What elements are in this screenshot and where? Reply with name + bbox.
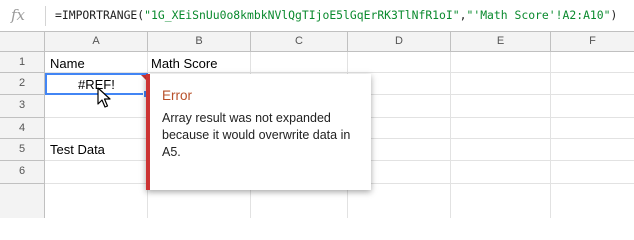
formula-bar: fx =IMPORTRANGE("1G_XEiSnUu0o8kmbkNVlQgT… (0, 0, 634, 32)
gridline (550, 52, 551, 218)
fx-icon: fx (11, 6, 26, 24)
cell-b1[interactable]: Math Score (151, 56, 217, 71)
column-header-f[interactable]: F (551, 32, 634, 52)
row-header-5[interactable]: 5 (0, 139, 45, 161)
error-title: Error (162, 88, 192, 103)
select-all-corner[interactable] (0, 32, 45, 52)
column-header-d[interactable]: D (348, 32, 451, 52)
formula-input[interactable]: =IMPORTRANGE("1G_XEiSnUu0o8kmbkNVlQgTIjo… (55, 8, 617, 22)
row-header-6[interactable]: 6 (0, 161, 45, 184)
row-header-4[interactable]: 4 (0, 118, 45, 139)
error-popup: Error Array result was not expanded beca… (146, 74, 371, 190)
column-header-b[interactable]: B (148, 32, 251, 52)
formula-arg-key: "1G_XEiSnUu0o8kmbkNVlQgTIjoE5lGqErRK3TlN… (144, 8, 460, 22)
gridline (450, 52, 451, 218)
row-header-3[interactable]: 3 (0, 95, 45, 118)
cell-a5[interactable]: Test Data (50, 142, 105, 157)
row-header-7[interactable] (0, 184, 45, 218)
error-message: Array result was not expanded because it… (162, 111, 351, 159)
cell-a1[interactable]: Name (50, 56, 85, 71)
formula-arg-range: "'Math Score'!A2:A10" (466, 8, 611, 22)
formula-separator (45, 6, 46, 26)
column-header-c[interactable]: C (251, 32, 348, 52)
formula-function: =IMPORTRANGE( (55, 8, 145, 22)
row-header-1[interactable]: 1 (0, 52, 45, 73)
column-header-e[interactable]: E (451, 32, 551, 52)
formula-close: ) (610, 8, 618, 22)
mouse-pointer-icon (97, 87, 111, 108)
row-header-2[interactable]: 2 (0, 73, 45, 95)
column-header-a[interactable]: A (45, 32, 148, 52)
